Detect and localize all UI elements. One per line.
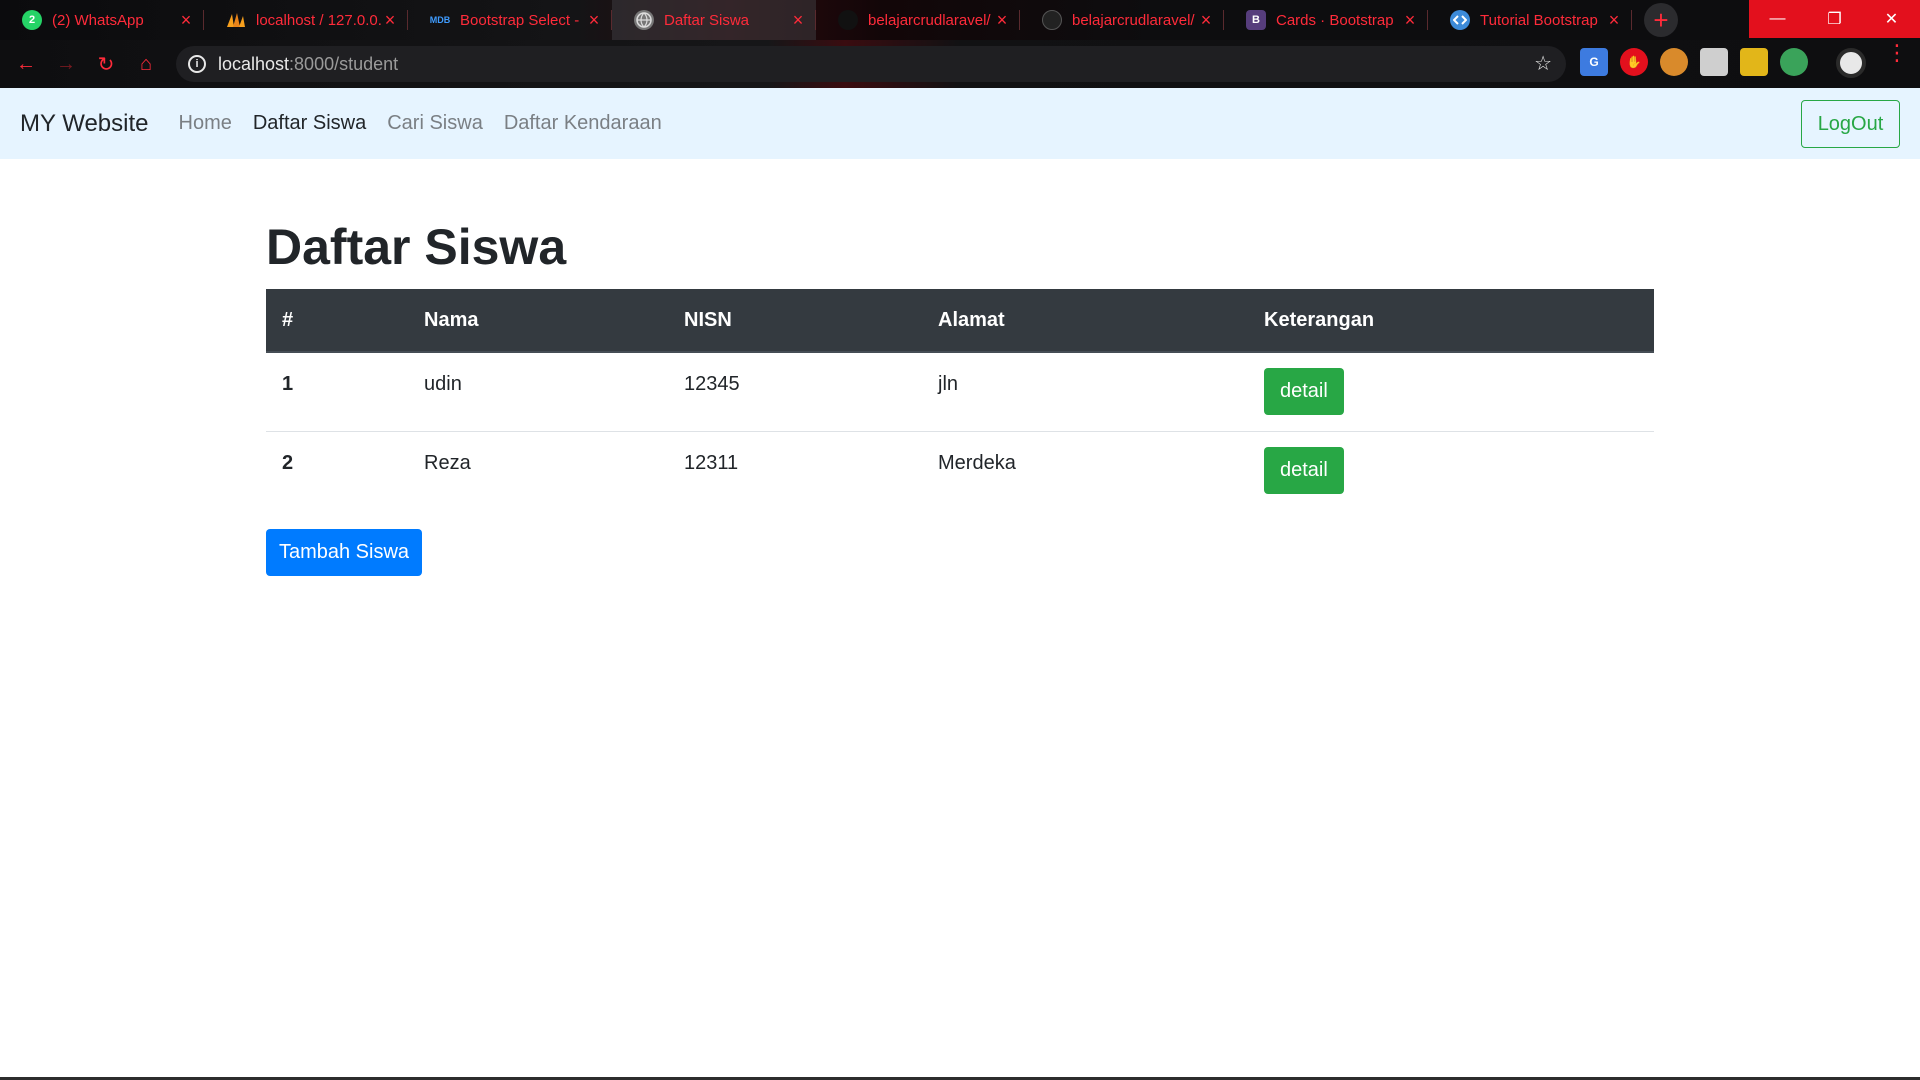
print-icon[interactable] (1700, 48, 1728, 76)
row-number: 1 (282, 373, 294, 395)
row-number: 2 (266, 430, 408, 510)
nav-link-daftar-siswa[interactable]: Daftar Siswa (253, 112, 366, 135)
profile-avatar[interactable] (1836, 48, 1866, 78)
tab-title: Daftar Siswa (664, 11, 750, 29)
tab-whatsapp[interactable]: 2 (2) WhatsApp × (0, 0, 204, 40)
mdb-icon: MDB (429, 15, 451, 25)
site-navbar: MY Website Home Daftar Siswa Cari Siswa … (0, 88, 1920, 159)
tab-daftar-siswa[interactable]: Daftar Siswa × (612, 0, 816, 40)
header-number: # (266, 289, 408, 353)
bookmark-star-icon[interactable]: ☆ (1534, 51, 1552, 76)
tab-title: localhost / 127.0.0.1 (256, 11, 382, 29)
tab-close-icon[interactable]: × (1606, 11, 1622, 29)
header-nama: Nama (408, 289, 668, 353)
tab-title: Bootstrap Select - (460, 11, 580, 29)
header-alamat: Alamat (922, 289, 1248, 353)
close-window-icon[interactable]: ✕ (1863, 0, 1920, 38)
nav-link-cari-siswa[interactable]: Cari Siswa (387, 112, 483, 135)
adblock-icon[interactable]: ✋ (1620, 48, 1648, 76)
tab-title: (2) WhatsApp (52, 11, 144, 29)
table-row: 1 udin 12345 jln detail (266, 352, 1654, 431)
cell-alamat: jln (938, 373, 959, 395)
tab-title: belajarcrudlaravel/ (868, 11, 991, 29)
tab-close-icon[interactable]: × (1198, 11, 1214, 29)
tab-cards-bootstrap[interactable]: B Cards · Bootstrap × (1224, 0, 1428, 40)
detail-button[interactable]: detail (1264, 368, 1344, 415)
tab-close-icon[interactable]: × (1402, 11, 1418, 29)
header-nisn: NISN (668, 289, 922, 353)
cell-nisn: 12311 (668, 430, 922, 510)
bootstrap-icon: B (1246, 10, 1266, 30)
window-controls: — ❐ ✕ (1749, 0, 1920, 38)
nav-link-daftar-kendaraan[interactable]: Daftar Kendaraan (504, 112, 662, 135)
minimize-icon[interactable]: — (1749, 0, 1806, 38)
forward-arrow-icon[interactable]: → (46, 44, 86, 84)
tab-close-icon[interactable]: × (586, 11, 602, 29)
tab-close-icon[interactable]: × (994, 11, 1010, 29)
tab-close-icon[interactable]: × (382, 11, 398, 29)
home-icon[interactable]: ⌂ (126, 44, 166, 84)
navbar-brand[interactable]: MY Website (20, 110, 149, 138)
tab-github-2[interactable]: belajarcrudlaravel/ × (1020, 0, 1224, 40)
detail-button[interactable]: detail (1264, 446, 1344, 494)
globe-icon (634, 10, 654, 30)
browser-tab-strip: 2 (2) WhatsApp × localhost / 127.0.0.1 ×… (0, 0, 1920, 40)
student-table: # Nama NISN Alamat Keterangan 1 udin 123… (266, 289, 1654, 510)
tab-phpmyadmin[interactable]: localhost / 127.0.0.1 × (204, 0, 408, 40)
tambah-siswa-button[interactable]: Tambah Siswa (266, 529, 422, 576)
nav-link-home[interactable]: Home (179, 112, 232, 135)
tab-github-1[interactable]: belajarcrudlaravel/ × (816, 0, 1020, 40)
browser-menu-icon[interactable]: ⋮ (1886, 42, 1908, 64)
header-keterangan: Keterangan (1248, 289, 1654, 353)
color-picker-icon[interactable] (1780, 48, 1808, 76)
back-arrow-icon[interactable]: ← (6, 44, 46, 84)
tab-tutorial-bootstrap[interactable]: Tutorial Bootstrap × (1428, 0, 1632, 40)
cell-alamat: Merdeka (922, 430, 1248, 510)
cookie-icon[interactable] (1660, 48, 1688, 76)
restore-icon[interactable]: ❐ (1806, 0, 1863, 38)
image-extension-icon[interactable] (1740, 48, 1768, 76)
google-translate-icon[interactable]: G (1580, 48, 1608, 76)
logout-button[interactable]: LogOut (1801, 100, 1900, 148)
tab-bootstrap-select[interactable]: MDB Bootstrap Select - × (408, 0, 612, 40)
reload-icon[interactable]: ↻ (86, 44, 126, 84)
url-text: localhost:8000/student (218, 53, 399, 74)
tab-close-icon[interactable]: × (178, 11, 194, 29)
cell-nisn: 12345 (684, 373, 740, 395)
tab-title: Tutorial Bootstrap (1480, 11, 1598, 29)
whatsapp-icon: 2 (22, 10, 42, 30)
new-tab-plus-icon[interactable]: + (1644, 3, 1678, 37)
address-bar[interactable]: i localhost:8000/student ☆ (176, 46, 1566, 82)
github-icon (838, 10, 858, 30)
info-icon[interactable]: i (188, 55, 206, 73)
table-row: 2 Reza 12311 Merdeka detail (266, 430, 1654, 510)
browser-toolbar: ← → ↻ ⌂ i localhost:8000/student ☆ G ✋ ⋮ (0, 40, 1920, 88)
cell-keterangan: detail (1248, 352, 1654, 431)
page-title: Daftar Siswa (266, 219, 567, 275)
tab-title: belajarcrudlaravel/ (1072, 11, 1195, 29)
tab-close-icon[interactable]: × (790, 11, 806, 29)
cell-nama: udin (424, 373, 462, 395)
extensions-row: G ✋ (1580, 48, 1808, 76)
phpmyadmin-icon (226, 10, 246, 30)
table-header-row: # Nama NISN Alamat Keterangan (266, 289, 1654, 353)
tab-title: Cards · Bootstrap (1276, 11, 1394, 29)
cell-nama: Reza (408, 430, 668, 510)
code-icon (1450, 10, 1470, 30)
github-icon (1042, 10, 1062, 30)
cell-keterangan: detail (1248, 430, 1654, 510)
